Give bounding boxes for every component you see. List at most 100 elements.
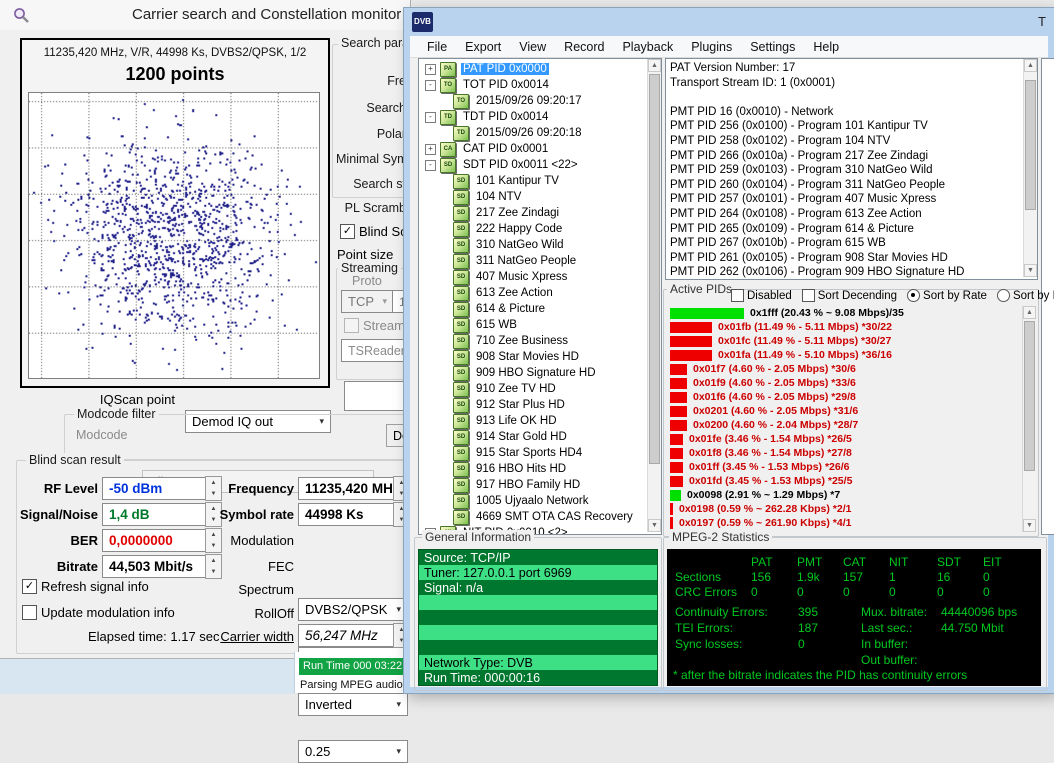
tree-row[interactable]: SD909 HBO Signature HD — [419, 365, 647, 381]
freq-field[interactable]: 11235,420 MHz — [298, 477, 400, 500]
tree-row[interactable]: SD407 Music Xpress — [419, 269, 647, 285]
pid-rate-row[interactable]: 0x0098 (2.91 % ~ 1.29 Mbps) *7 — [670, 488, 1022, 502]
tree-scrollbar[interactable]: ▲ ▼ — [647, 59, 661, 532]
tree-row[interactable]: SD913 Life OK HD — [419, 413, 647, 429]
pid-rate-row[interactable]: 0x01f8 (3.46 % - 1.54 Mbps) *27/8 — [670, 446, 1022, 460]
ber-field[interactable]: 0,0000000 — [102, 529, 206, 552]
tree-row[interactable]: TO2015/09/26 09:20:17 — [419, 93, 647, 109]
collapse-icon[interactable]: - — [425, 160, 436, 171]
sr-field[interactable]: 44998 Ks — [298, 503, 400, 526]
pid-rate-row[interactable]: 0x01fd (3.45 % - 1.53 Mbps) *25/5 — [670, 474, 1022, 488]
expand-icon[interactable]: + — [425, 144, 436, 155]
tree-row[interactable]: SD910 Zee TV HD — [419, 381, 647, 397]
pid-rate-row[interactable]: 0x1fff (20.43 % ~ 9.08 Mbps)/35 — [670, 306, 1022, 320]
blind-scan-checkbox[interactable]: ✓ — [340, 224, 355, 239]
carrier-width-link[interactable]: Carrier width — [154, 629, 294, 644]
tree-row[interactable]: SD104 NTV — [419, 189, 647, 205]
tree-row[interactable]: +PAPAT PID 0x0000 — [419, 61, 647, 77]
tree-row[interactable]: SD4669 SMT OTA CAS Recovery — [419, 509, 647, 525]
menu-plugins[interactable]: Plugins — [682, 40, 741, 54]
menu-file[interactable]: File — [418, 40, 456, 54]
menu-settings[interactable]: Settings — [741, 40, 804, 54]
sn-field[interactable]: 1,4 dB — [102, 503, 206, 526]
scroll-up-icon[interactable]: ▲ — [1023, 306, 1036, 319]
tree-row[interactable]: SD222 Happy Code — [419, 221, 647, 237]
menu-playback[interactable]: Playback — [613, 40, 682, 54]
sort-by-rate-radio[interactable] — [907, 289, 920, 302]
tree-row[interactable]: SD613 Zee Action — [419, 285, 647, 301]
tree-row[interactable]: SD1005 Ujyaalo Network — [419, 493, 647, 509]
tree-row[interactable]: -TOTOT PID 0x0014 — [419, 77, 647, 93]
pid-rate-row[interactable]: 0x01f9 (4.60 % - 2.05 Mbps) *33/6 — [670, 376, 1022, 390]
menu-help[interactable]: Help — [804, 40, 848, 54]
pid-rate-row[interactable]: 0x0200 (4.60 % - 2.04 Mbps) *28/7 — [670, 418, 1022, 432]
refresh-signal-checkbox[interactable]: ✓ — [22, 579, 37, 594]
pid-rate-text: 0x0200 (4.60 % - 2.04 Mbps) *28/7 — [693, 419, 858, 431]
sort-by-pid-radio[interactable] — [997, 289, 1010, 302]
constellation-panel: 11235,420 MHz, V/R, 44998 Ks, DVBS2/QPSK… — [20, 38, 330, 388]
pid-rate-bar — [670, 392, 687, 403]
bitrate-field[interactable]: 44,503 Mbit/s — [102, 555, 206, 578]
scrollbar-thumb[interactable] — [649, 74, 660, 464]
pid-rate-list: 0x1fff (20.43 % ~ 9.08 Mbps)/350x01fb (1… — [670, 306, 1022, 532]
menu-record[interactable]: Record — [555, 40, 613, 54]
scroll-up-icon[interactable]: ▲ — [1024, 59, 1037, 72]
tree-item-label: SDT PID 0x0011 <22> — [461, 159, 580, 171]
tree-row[interactable]: -TDTDT PID 0x0014 — [419, 109, 647, 125]
pid-rate-row[interactable]: 0x01fe (3.46 % - 1.54 Mbps) *26/5 — [670, 432, 1022, 446]
pid-rate-row[interactable]: 0x01ff (3.45 % - 1.53 Mbps) *26/6 — [670, 460, 1022, 474]
pid-rate-row[interactable]: 0x01fc (11.49 % - 5.11 Mbps) *30/27 — [670, 334, 1022, 348]
scrollbar-thumb[interactable] — [1025, 80, 1036, 210]
carrier-width-field[interactable]: 56,247 MHz — [298, 624, 400, 647]
update-modulation-checkbox[interactable] — [22, 605, 37, 620]
pid-rate-row[interactable]: 0x01fb (11.49 % - 5.11 Mbps) *30/22 — [670, 320, 1022, 334]
scroll-down-icon[interactable]: ▼ — [1023, 519, 1036, 532]
search-row-label-5: PL Scramb — [336, 201, 406, 215]
pid-rate-row[interactable]: 0x01fa (11.49 % - 5.10 Mbps) *36/16 — [670, 348, 1022, 362]
expand-icon[interactable]: + — [425, 64, 436, 75]
sort-descending-checkbox[interactable] — [802, 289, 815, 302]
pid-rate-row[interactable]: 0x01f7 (4.60 % - 2.05 Mbps) *30/6 — [670, 362, 1022, 376]
tree-row[interactable]: SD912 Star Plus HD — [419, 397, 647, 413]
left-title-bar[interactable]: Carrier search and Constellation monitor — [0, 0, 410, 30]
pid-rate-row[interactable]: 0x0198 (0.59 % ~ 262.28 Kbps) *2/1 — [670, 502, 1022, 516]
stream-checkbox[interactable] — [344, 318, 359, 333]
rf-field[interactable]: -50 dBm — [102, 477, 206, 500]
collapse-icon[interactable]: - — [425, 80, 436, 91]
tree-item-label: 2015/09/26 09:20:17 — [474, 95, 584, 107]
menu-view[interactable]: View — [510, 40, 555, 54]
tree-row[interactable]: SD217 Zee Zindagi — [419, 205, 647, 221]
tree-row[interactable]: TD2015/09/26 09:20:18 — [419, 125, 647, 141]
scroll-down-icon[interactable]: ▼ — [648, 519, 661, 532]
tree-row[interactable]: SD310 NatGeo Wild — [419, 237, 647, 253]
tree-row[interactable]: SD914 Star Gold HD — [419, 429, 647, 445]
collapse-icon[interactable]: - — [425, 112, 436, 123]
tree-row[interactable]: -SDSDT PID 0x0011 <22> — [419, 157, 647, 173]
pid-rate-row[interactable]: 0x01f6 (4.60 % - 2.05 Mbps) *29/8 — [670, 390, 1022, 404]
scroll-down-icon[interactable]: ▼ — [1024, 264, 1037, 277]
tree-row[interactable]: +CACAT PID 0x0001 — [419, 141, 647, 157]
scrollbar-thumb[interactable] — [1024, 321, 1035, 471]
tree-row[interactable]: SD615 WB — [419, 317, 647, 333]
menu-export[interactable]: Export — [456, 40, 510, 54]
tree-row[interactable]: SD710 Zee Business — [419, 333, 647, 349]
right-title-bar[interactable]: DVB T — [404, 8, 1054, 36]
proto-dropdown[interactable]: TCP ▾ — [341, 290, 394, 313]
tree-row[interactable]: SD311 NatGeo People — [419, 253, 647, 269]
tree-row[interactable]: SD915 Star Sports HD4 — [419, 445, 647, 461]
spectrum-dropdown[interactable]: Inverted▾ — [298, 693, 408, 716]
rolloff-dropdown[interactable]: 0.25▾ — [298, 740, 408, 763]
tree-row[interactable]: SD908 Star Movies HD — [419, 349, 647, 365]
disabled-checkbox[interactable] — [731, 289, 744, 302]
pid-rate-row[interactable]: 0x0201 (4.60 % - 2.05 Mbps) *31/6 — [670, 404, 1022, 418]
pat-scrollbar[interactable]: ▲ ▼ — [1023, 59, 1037, 277]
pid-rate-row[interactable]: 0x0197 (0.59 % ~ 261.90 Kbps) *4/1 — [670, 516, 1022, 530]
mod-dropdown[interactable]: DVBS2/QPSK▾ — [298, 598, 408, 621]
tree-row[interactable]: SD614 & Picture — [419, 301, 647, 317]
scroll-up-icon[interactable]: ▲ — [648, 59, 661, 72]
tree-row[interactable]: SD916 HBO Hits HD — [419, 461, 647, 477]
pid-scrollbar[interactable]: ▲ ▼ — [1022, 306, 1036, 532]
tree-item-label: 407 Music Xpress — [474, 271, 569, 283]
tree-row[interactable]: SD101 Kantipur TV — [419, 173, 647, 189]
tree-row[interactable]: SD917 HBO Family HD — [419, 477, 647, 493]
